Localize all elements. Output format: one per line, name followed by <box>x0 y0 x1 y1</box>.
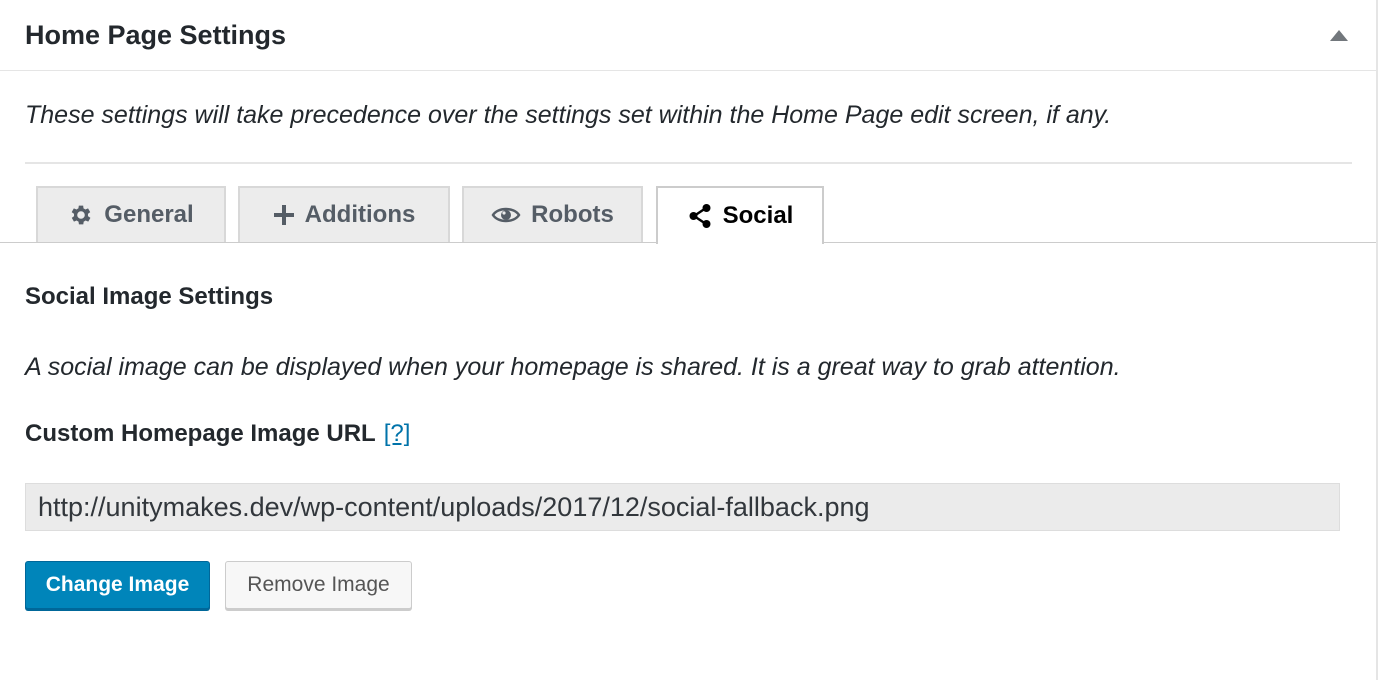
collapse-toggle-icon[interactable] <box>1330 30 1348 41</box>
share-icon <box>687 203 713 229</box>
tab-social[interactable]: Social <box>656 186 824 244</box>
help-link[interactable]: [?] <box>384 420 411 447</box>
change-image-button[interactable]: Change Image <box>25 561 210 609</box>
section-description: A social image can be displayed when you… <box>25 353 1121 381</box>
panel-header[interactable]: Home Page Settings <box>0 0 1376 71</box>
field-label: Custom Homepage Image URL [?] <box>25 420 410 448</box>
remove-image-button[interactable]: Remove Image <box>225 561 412 609</box>
plus-icon <box>273 204 295 226</box>
home-page-settings-panel: Home Page Settings These settings will t… <box>0 0 1378 680</box>
tab-label: Social <box>722 202 794 229</box>
image-url-input[interactable] <box>25 483 1340 531</box>
tab-robots[interactable]: Robots <box>462 186 643 242</box>
gear-icon <box>68 202 94 228</box>
tab-label: General <box>104 201 194 228</box>
divider <box>25 162 1352 164</box>
panel-description: These settings will take precedence over… <box>25 101 1112 129</box>
eye-icon <box>491 204 521 226</box>
tab-general[interactable]: General <box>36 186 226 242</box>
tab-label: Robots <box>531 201 614 228</box>
field-label-text: Custom Homepage Image URL <box>25 420 376 447</box>
tab-additions[interactable]: Additions <box>238 186 450 242</box>
tab-label: Additions <box>304 201 416 228</box>
section-title: Social Image Settings <box>25 283 274 310</box>
panel-title: Home Page Settings <box>25 20 287 50</box>
